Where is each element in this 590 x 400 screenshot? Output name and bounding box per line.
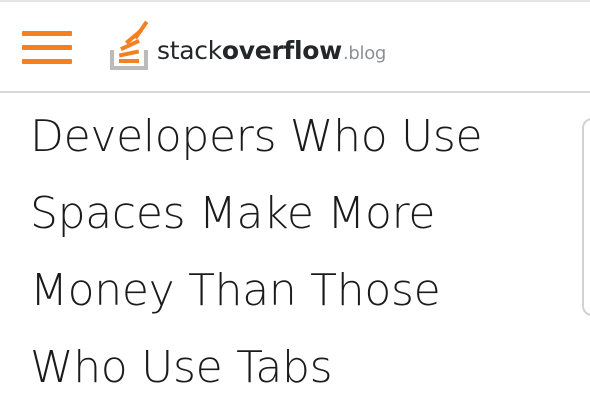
title-line: Money Than Those: [30, 265, 441, 316]
logo-wordmark: stackoverflow.blog: [157, 37, 386, 68]
site-header: stackoverflow.blog: [0, 2, 590, 93]
logo-text-overflow: overflow: [221, 36, 342, 65]
title-line: Developers Who Use: [30, 111, 483, 162]
menu-bar: [22, 59, 72, 64]
title-line: Who Use Tabs: [30, 342, 333, 393]
stack-overflow-blog-logo[interactable]: stackoverflow.blog: [109, 16, 419, 72]
title-line: Spaces Make More: [30, 188, 436, 239]
stack-overflow-logo-icon: [110, 20, 149, 70]
menu-bar: [22, 31, 72, 36]
side-panel-edge[interactable]: [582, 118, 590, 316]
article-title: Developers Who Use Spaces Make More Mone…: [30, 98, 575, 400]
hamburger-menu-icon[interactable]: [22, 26, 72, 68]
menu-bar: [22, 45, 72, 50]
logo-text-blog: .blog: [342, 43, 387, 64]
logo-text-stack: stack: [157, 36, 222, 65]
